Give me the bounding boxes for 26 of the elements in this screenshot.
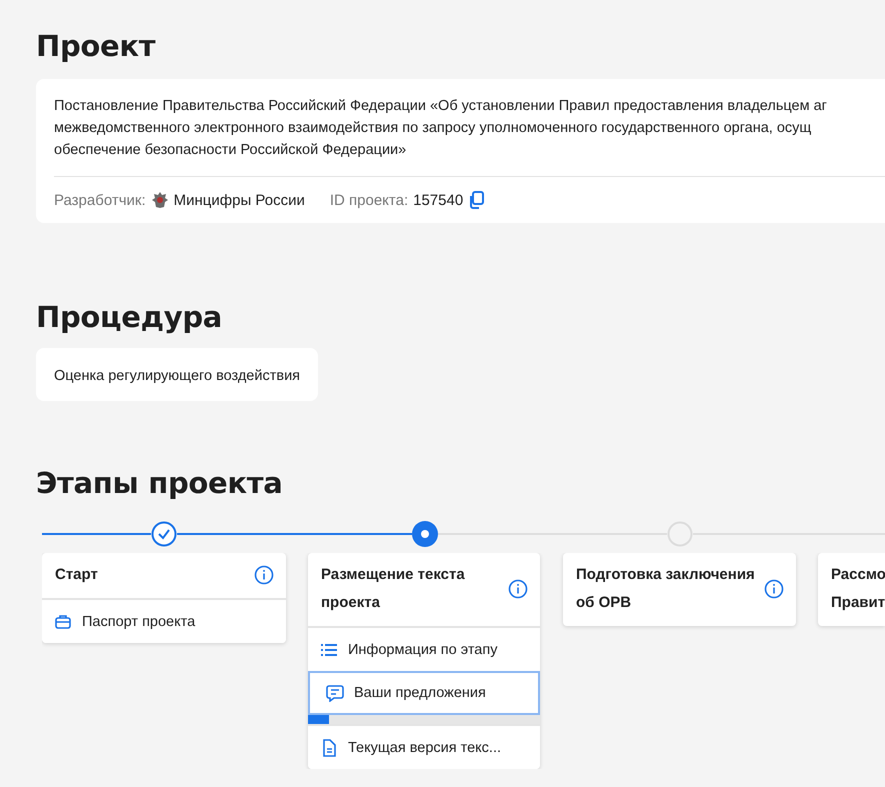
stage-title: Старт <box>55 565 98 585</box>
stage-link[interactable]: Паспорт проекта <box>42 598 286 643</box>
section-heading: Процедура <box>36 299 224 335</box>
project-id-label: ID проекта: <box>330 192 408 208</box>
developer-label: Разработчик: <box>54 192 146 208</box>
stage-title: Рассмо Правит <box>831 565 885 613</box>
info-icon[interactable] <box>254 565 274 585</box>
copy-icon[interactable] <box>468 191 484 209</box>
project-id: 157540 <box>413 192 464 208</box>
emblem-icon <box>150 191 169 209</box>
document-icon <box>320 739 338 757</box>
briefcase-icon <box>54 613 72 631</box>
stage-link[interactable]: Текущая версия текс... <box>308 724 540 769</box>
stage-title: Подготовка заключения об ОРВ <box>576 565 755 613</box>
info-icon[interactable] <box>764 579 784 599</box>
stage-link[interactable]: Ваши предложения <box>308 671 540 715</box>
info-icon[interactable] <box>508 579 528 599</box>
stage-link[interactable]: Информация по этапу <box>308 626 540 671</box>
developer-name: Минцифры России <box>174 192 305 208</box>
list-icon <box>320 641 338 659</box>
stage-title: Размещение текста проекта <box>321 565 465 613</box>
section-heading: Проект <box>36 28 156 64</box>
project-description: Постановление Правительства Российский Федерации «Об установлении Правил предоставления владельцем аг межведомственного электронного взаимодействия по запросу уполномоченного государственного органа, осущ обеспечение безопасности Российской Федерации» <box>54 97 828 160</box>
section-heading: Этапы проекта <box>36 465 284 501</box>
chat-icon <box>326 684 344 702</box>
procedure-name: Оценка регулирующего воздействия <box>54 368 300 384</box>
